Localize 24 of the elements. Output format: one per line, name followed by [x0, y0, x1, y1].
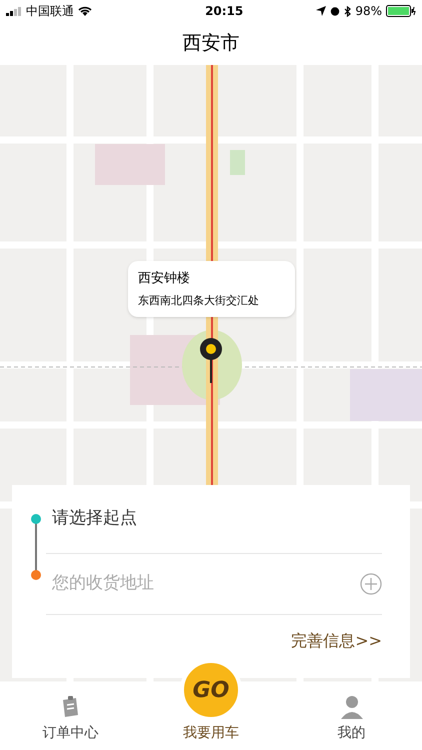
signal-icon — [6, 6, 22, 16]
map-pin-icon — [199, 337, 223, 385]
wifi-icon — [78, 6, 92, 16]
callout-subtitle: 东西南北四条大街交汇处 — [138, 292, 260, 308]
tab-bar-item[interactable]: GO 我要用车 — [140, 659, 282, 750]
route-line-icon — [30, 514, 42, 580]
city-block — [350, 369, 422, 421]
person-icon — [340, 695, 364, 719]
callout-title: 西安钟楼 — [138, 270, 191, 288]
status-time: 20:15 — [205, 3, 244, 20]
park-area — [230, 150, 245, 175]
start-point-field[interactable]: 请选择起点 — [52, 506, 382, 532]
page-title: 西安市 — [182, 31, 240, 56]
battery-percent: 98% — [355, 3, 382, 20]
add-icon[interactable] — [360, 573, 382, 595]
destination-field[interactable]: 您的收货地址 — [52, 571, 360, 597]
tab-bar-item[interactable]: 我的 — [281, 685, 422, 750]
bluetooth-icon — [344, 6, 352, 16]
carrier-name: 中国联通 — [26, 3, 74, 20]
battery-icon — [386, 5, 416, 17]
city-block — [95, 144, 165, 185]
location-arrow-icon — [316, 6, 326, 16]
complete-info-link[interactable]: 完善信息>> — [291, 629, 382, 653]
tab-bar-item[interactable]: 订单中心 — [0, 685, 141, 750]
